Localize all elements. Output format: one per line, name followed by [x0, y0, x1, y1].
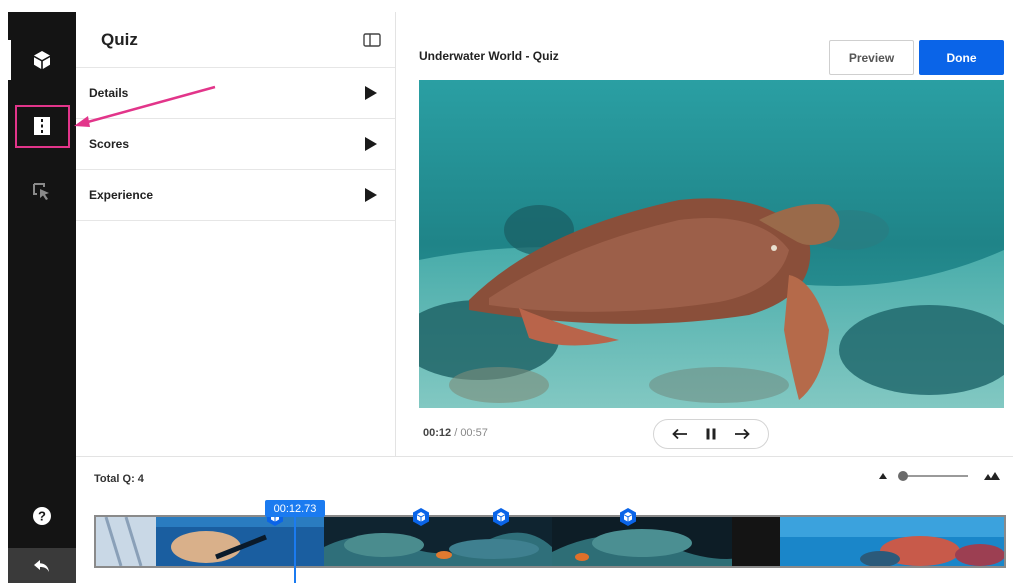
playhead-line[interactable] [294, 517, 296, 583]
rail-item-interactions[interactable] [8, 34, 76, 86]
panel-row-label: Details [89, 86, 129, 100]
playback-controls [653, 419, 769, 449]
arrow-left-icon [672, 428, 688, 440]
cube-icon [34, 51, 50, 69]
step-forward-button[interactable] [734, 428, 750, 440]
timeline-divider [76, 456, 1013, 457]
pause-button[interactable] [705, 428, 717, 440]
panel-header: Quiz [76, 12, 395, 68]
panel-row-label: Experience [89, 188, 154, 202]
timeline-thumbnail [96, 517, 324, 566]
panel-layout-icon[interactable] [363, 32, 381, 47]
panel-row-experience[interactable]: Experience [76, 170, 395, 221]
playhead-time[interactable]: 00:12.73 [265, 500, 325, 517]
done-button[interactable]: Done [919, 40, 1004, 75]
total-questions: Total Q: 4 [94, 473, 144, 485]
help-icon: ? [33, 507, 51, 525]
question-marker-icon[interactable] [619, 508, 637, 526]
rail-item-hotspots[interactable] [8, 166, 76, 218]
time-display: 00:12 / 00:57 [423, 427, 488, 439]
arrow-right-icon [734, 428, 750, 440]
zoom-out-icon[interactable] [878, 468, 888, 484]
zoom-slider[interactable] [878, 468, 1004, 484]
zoom-in-icon[interactable] [984, 468, 1002, 484]
question-marker-icon[interactable] [412, 508, 430, 526]
timeline-thumbnail [780, 517, 1004, 566]
back-button[interactable] [8, 548, 76, 583]
time-separator: / [451, 427, 461, 439]
panel-row-label: Scores [89, 137, 130, 151]
zoom-track [902, 475, 968, 477]
back-icon [34, 559, 49, 572]
timeline-thumbnail [552, 517, 780, 566]
question-marker-icon[interactable] [492, 508, 510, 526]
rail-item-help[interactable]: ? [8, 490, 76, 542]
timeline-strip[interactable] [94, 515, 1006, 568]
duration: 00:57 [460, 427, 488, 439]
preview-button[interactable]: Preview [829, 40, 914, 75]
svg-text:?: ? [38, 509, 46, 524]
timeline-thumbnail [324, 517, 552, 566]
highlight-box [15, 105, 70, 148]
quiz-panel: Quiz Details Scores Experience [76, 12, 396, 456]
expand-triangle-icon [365, 86, 377, 100]
panel-row-scores[interactable]: Scores [76, 119, 395, 170]
cursor-select-icon [33, 183, 49, 200]
zoom-knob[interactable] [898, 471, 908, 481]
step-back-button[interactable] [672, 428, 688, 440]
project-title: Underwater World - Quiz [419, 49, 559, 63]
video-player[interactable] [419, 80, 1004, 408]
turtle-video-frame [419, 80, 1004, 408]
pause-icon [706, 428, 716, 440]
expand-triangle-icon [365, 137, 377, 151]
expand-triangle-icon [365, 188, 377, 202]
panel-title: Quiz [101, 29, 138, 49]
panel-row-details[interactable]: Details [76, 68, 395, 119]
current-time: 00:12 [423, 427, 452, 439]
